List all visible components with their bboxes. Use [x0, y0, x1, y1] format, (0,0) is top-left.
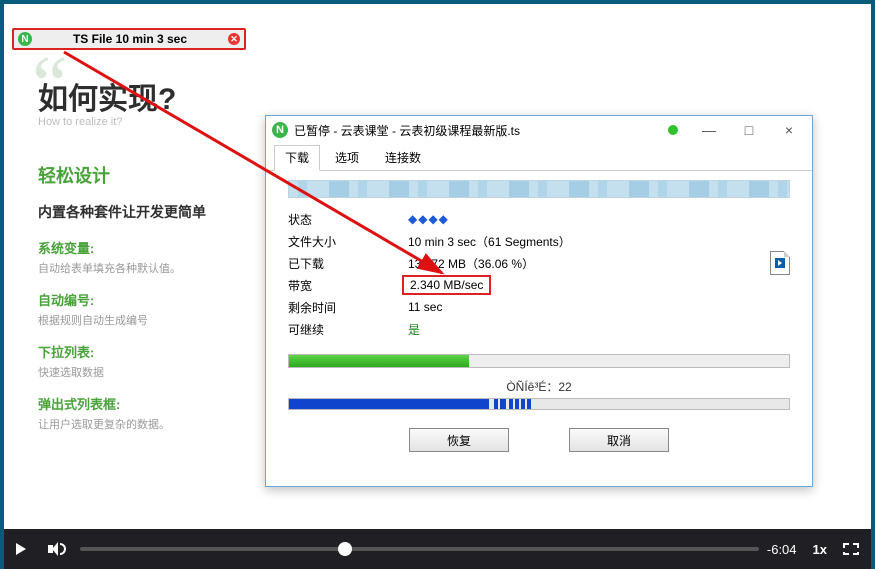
label-bandwidth: 带宽 [288, 277, 408, 294]
value-remaining: 11 sec [408, 300, 790, 314]
slide-item-h: 弹出式列表框: [38, 394, 206, 413]
playback-speed[interactable]: 1x [813, 542, 827, 557]
dialog-titlebar[interactable]: N 已暂停 - 云表课堂 - 云表初级课程最新版.ts — □ × [266, 116, 812, 144]
slide-item-h: 自动编号: [38, 290, 206, 309]
slide-item-d: 自动给表单填充各种默认值。 [38, 260, 206, 276]
dialog-title: 已暂停 - 云表课堂 - 云表初级课程最新版.ts [294, 122, 662, 139]
video-viewport: “ 如何实现? How to realize it? 轻松设计 内置各种套件让开… [0, 0, 875, 569]
tab-options[interactable]: 选项 [324, 145, 370, 171]
slide-section-title: 轻松设计 [38, 162, 206, 188]
status-dot-icon [668, 125, 678, 135]
dialog-tabs: 下载 选项 连接数 [266, 144, 812, 171]
segments-label: ÒÑÍê³É：22 [288, 378, 790, 395]
slide-item-d: 让用户选取更复杂的数据。 [38, 416, 206, 432]
label-status: 状态 [288, 211, 408, 228]
tab-download[interactable]: 下载 [274, 145, 320, 171]
video-control-bar: -6:04 1x [4, 529, 871, 569]
value-filesize: 10 min 3 sec（61 Segments） [408, 233, 790, 250]
url-blurred [288, 180, 790, 198]
slide-item-h: 下拉列表: [38, 342, 206, 361]
quote-decoration: “ [32, 40, 68, 131]
seek-bar[interactable] [80, 547, 759, 551]
download-capture-pill[interactable]: N TS File 10 min 3 sec ✕ [12, 28, 246, 50]
time-remaining: -6:04 [767, 542, 797, 557]
value-bandwidth: 2.340 MB/sec [402, 275, 491, 295]
label-filesize: 文件大小 [288, 233, 408, 250]
value-downloaded: 13.272 MB（36.06 %） [408, 255, 770, 272]
capture-pill-label: TS File 10 min 3 sec [38, 32, 222, 46]
slide-item-d: 快速选取数据 [38, 364, 206, 380]
background-slide: “ 如何实现? How to realize it? 轻松设计 内置各种套件让开… [38, 74, 206, 446]
overall-progress-bar [288, 354, 790, 368]
close-icon[interactable]: ✕ [228, 33, 240, 45]
segment-progress-bar [288, 398, 790, 410]
seek-knob[interactable] [338, 542, 352, 556]
resume-button[interactable]: 恢复 [409, 428, 509, 452]
minimize-button[interactable]: — [692, 120, 726, 140]
maximize-button[interactable]: □ [732, 120, 766, 140]
idm-icon: N [18, 32, 32, 46]
tab-connections[interactable]: 连接数 [374, 145, 432, 171]
slide-item-d: 根据规则自动生成编号 [38, 312, 206, 328]
cancel-button[interactable]: 取消 [569, 428, 669, 452]
fullscreen-button[interactable] [843, 543, 859, 555]
slide-item-h: 系统变量: [38, 238, 206, 257]
slide-section-intro: 内置各种套件让开发更简单 [38, 202, 206, 222]
volume-button[interactable] [38, 529, 72, 569]
play-button[interactable] [4, 529, 38, 569]
value-status: ◆◆◆◆ [408, 212, 790, 226]
idm-icon: N [272, 122, 288, 138]
video-file-icon[interactable] [770, 251, 790, 275]
close-button[interactable]: × [772, 120, 806, 140]
value-resumable: 是 [408, 321, 790, 338]
label-downloaded: 已下载 [288, 255, 408, 272]
label-remaining: 剩余时间 [288, 299, 408, 316]
download-dialog: N 已暂停 - 云表课堂 - 云表初级课程最新版.ts — □ × 下载 选项 … [265, 115, 813, 487]
label-resumable: 可继续 [288, 321, 408, 338]
